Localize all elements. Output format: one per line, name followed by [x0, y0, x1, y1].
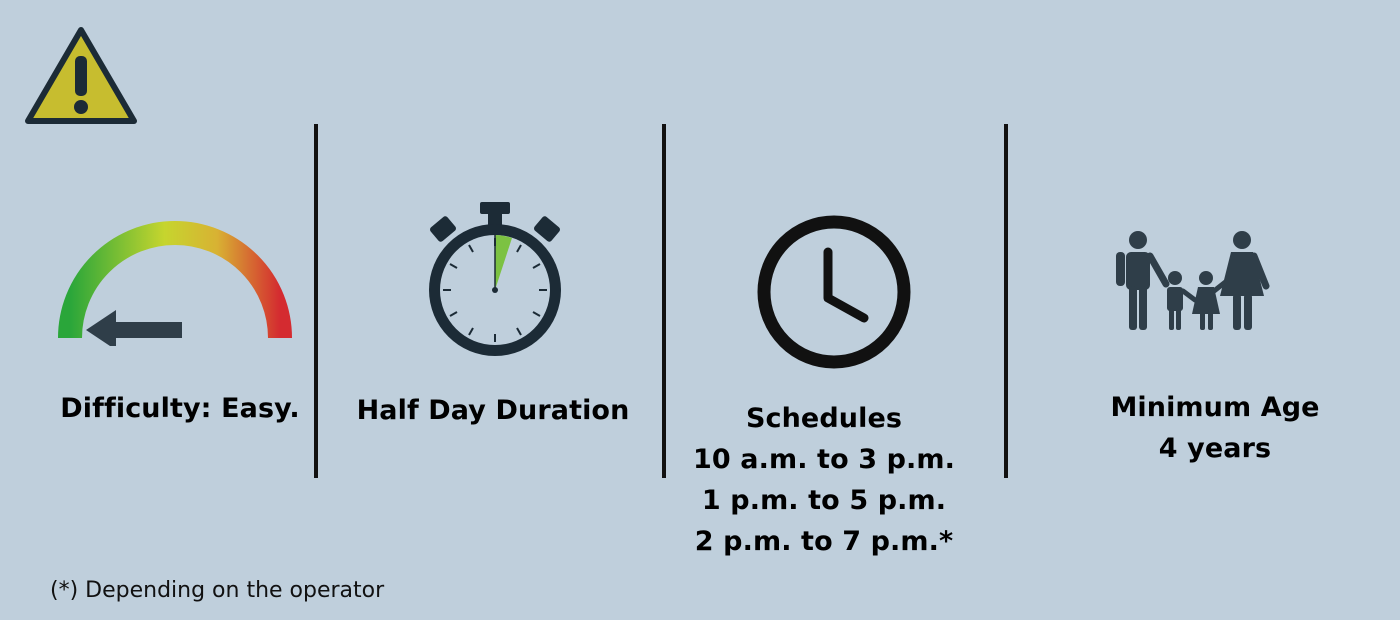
- column-divider: [662, 124, 666, 478]
- difficulty-gauge-icon: [58, 221, 292, 346]
- schedule-time: 1 p.m. to 5 p.m.: [701, 485, 947, 516]
- schedule-time: 2 p.m. to 7 p.m.*: [694, 526, 954, 557]
- schedules-block: Schedules 10 a.m. to 3 p.m. 1 p.m. to 5 …: [672, 398, 976, 562]
- minimum-age-value: 4 years: [1158, 433, 1272, 464]
- minimum-age-block: Minimum Age 4 years: [1080, 387, 1350, 469]
- warning-icon: [25, 27, 137, 124]
- difficulty-label: Difficulty: Easy.: [60, 393, 300, 424]
- schedule-time: 10 a.m. to 3 p.m.: [693, 444, 955, 475]
- family-icon: [1116, 231, 1270, 330]
- schedules-title: Schedules: [745, 403, 903, 434]
- stopwatch-icon: [429, 202, 561, 356]
- minimum-age-title: Minimum Age: [1110, 392, 1320, 423]
- clock-icon: [757, 215, 911, 369]
- duration-label: Half Day Duration: [356, 395, 630, 426]
- column-divider: [1004, 124, 1008, 478]
- footnote: (*) Depending on the operator: [50, 578, 385, 603]
